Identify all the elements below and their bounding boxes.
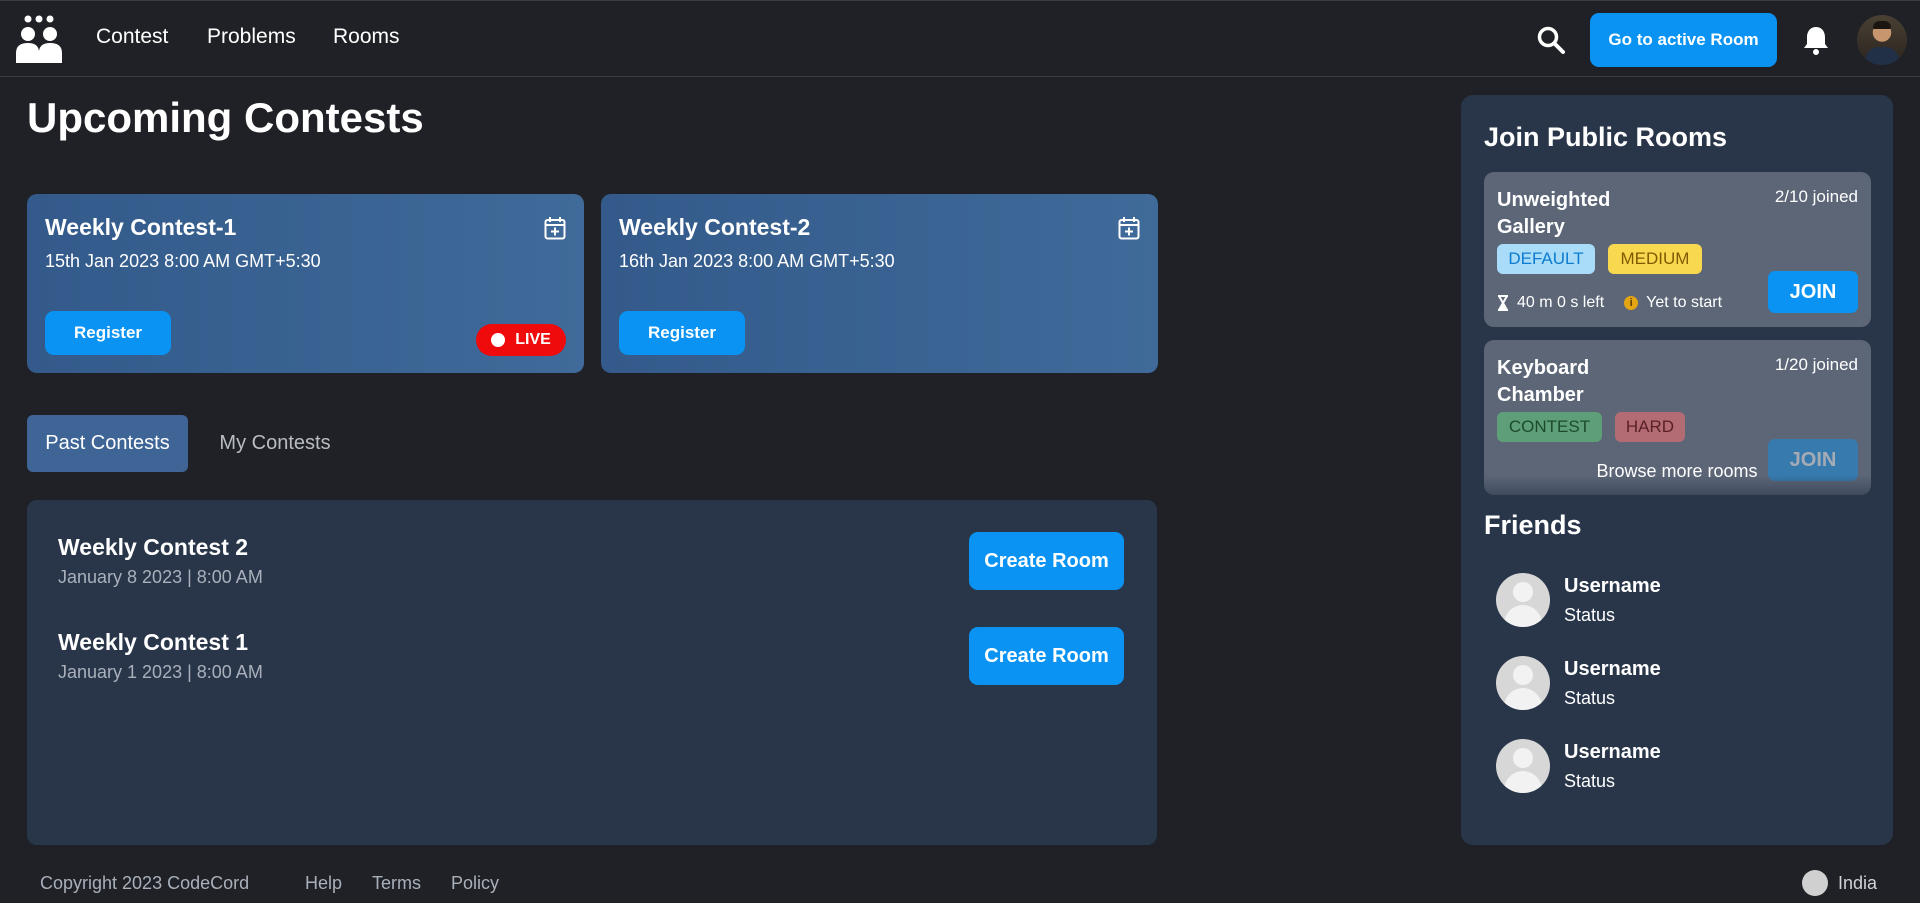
past-contest-date: January 1 2023 | 8:00 AM <box>58 662 263 682</box>
footer-link-policy[interactable]: Policy <box>451 873 499 894</box>
upcoming-contest-card: Weekly Contest-2 16th Jan 2023 8:00 AM G… <box>601 194 1158 373</box>
browse-more-rooms-link[interactable]: Browse more rooms <box>1461 461 1893 482</box>
footer-copyright: Copyright 2023 CodeCord <box>40 873 250 893</box>
room-difficulty-badge: MEDIUM <box>1608 244 1702 274</box>
past-contest-date: January 8 2023 | 8:00 AM <box>58 567 263 587</box>
footer-link-help[interactable]: Help <box>305 873 342 894</box>
calendar-add-icon[interactable] <box>1118 216 1140 240</box>
room-time-left: 40 m 0 s left <box>1517 294 1605 311</box>
friend-avatar-icon <box>1496 739 1550 793</box>
room-joined-count: 1/20 joined <box>1774 355 1858 374</box>
top-navbar: Contest Problems Rooms Go to active Room <box>0 0 1920 77</box>
friend-username: Username <box>1564 658 1661 680</box>
room-name: Keyboard Chamber <box>1497 357 1590 406</box>
tab-my-contests[interactable]: My Contests <box>205 415 345 472</box>
contest-date: 16th Jan 2023 8:00 AM GMT+5:30 <box>619 251 895 271</box>
friend-status: Status <box>1564 688 1616 708</box>
contest-title: Weekly Contest-1 <box>45 214 237 240</box>
search-icon[interactable] <box>1536 25 1566 55</box>
codecord-logo-icon[interactable] <box>14 15 64 63</box>
globe-icon[interactable] <box>1802 870 1828 896</box>
right-sidebar: Join Public Rooms Unweighted Gallery 2/1… <box>1461 95 1893 845</box>
tab-past-contests[interactable]: Past Contests <box>27 415 188 472</box>
friend-username: Username <box>1564 575 1661 597</box>
register-button[interactable]: Register <box>619 311 745 355</box>
past-contests-panel: Weekly Contest 2 January 8 2023 | 8:00 A… <box>27 500 1157 845</box>
friend-username: Username <box>1564 741 1661 763</box>
avatar-hair <box>1873 21 1891 29</box>
calendar-add-icon[interactable] <box>544 216 566 240</box>
register-button[interactable]: Register <box>45 311 171 355</box>
create-room-button[interactable]: Create Room <box>969 532 1124 590</box>
room-meta: 40 m 0 s left i Yet to start <box>1497 294 1722 312</box>
friend-item[interactable]: Username Status <box>1496 739 1796 795</box>
info-icon: i <box>1624 296 1639 310</box>
room-card: Unweighted Gallery 2/10 joined DEFAULT M… <box>1484 172 1871 327</box>
user-avatar[interactable] <box>1857 15 1907 65</box>
join-room-button[interactable]: JOIN <box>1768 271 1858 313</box>
page-title: Upcoming Contests <box>27 94 424 141</box>
nav-link-contest[interactable]: Contest <box>96 25 168 49</box>
room-type-badge: CONTEST <box>1497 412 1602 442</box>
hourglass-icon <box>1498 295 1508 311</box>
avatar-shirt <box>1865 47 1899 65</box>
friend-avatar-icon <box>1496 656 1550 710</box>
live-badge: LIVE <box>476 324 566 356</box>
footer-region[interactable]: India <box>1838 873 1877 894</box>
room-status: Yet to start <box>1646 294 1723 311</box>
footer-link-terms[interactable]: Terms <box>372 873 421 894</box>
upcoming-contest-card: Weekly Contest-1 15th Jan 2023 8:00 AM G… <box>27 194 584 373</box>
past-contest-row: Weekly Contest 1 January 1 2023 | 8:00 A… <box>58 627 1124 689</box>
contest-date: 15th Jan 2023 8:00 AM GMT+5:30 <box>45 251 321 271</box>
go-to-active-room-button[interactable]: Go to active Room <box>1590 13 1777 67</box>
friend-status: Status <box>1564 771 1616 791</box>
contest-title: Weekly Contest-2 <box>619 214 811 240</box>
nav-link-rooms[interactable]: Rooms <box>333 25 400 49</box>
room-type-badge: DEFAULT <box>1497 244 1595 274</box>
friend-avatar-icon <box>1496 573 1550 627</box>
friend-item[interactable]: Username Status <box>1496 573 1796 629</box>
bell-icon[interactable] <box>1802 25 1830 55</box>
create-room-button[interactable]: Create Room <box>969 627 1124 685</box>
live-label: LIVE <box>515 331 551 348</box>
friends-heading: Friends <box>1484 510 1582 540</box>
live-dot-icon <box>491 333 506 347</box>
past-contest-title: Weekly Contest 2 <box>58 534 249 560</box>
room-difficulty-badge: HARD <box>1615 412 1685 442</box>
past-contest-row: Weekly Contest 2 January 8 2023 | 8:00 A… <box>58 532 1124 594</box>
past-contest-title: Weekly Contest 1 <box>58 629 249 655</box>
room-joined-count: 2/10 joined <box>1774 187 1858 206</box>
room-name: Unweighted Gallery <box>1497 189 1611 238</box>
nav-link-problems[interactable]: Problems <box>207 25 296 49</box>
join-public-rooms-heading: Join Public Rooms <box>1484 122 1728 152</box>
friend-item[interactable]: Username Status <box>1496 656 1796 712</box>
friend-status: Status <box>1564 605 1616 625</box>
